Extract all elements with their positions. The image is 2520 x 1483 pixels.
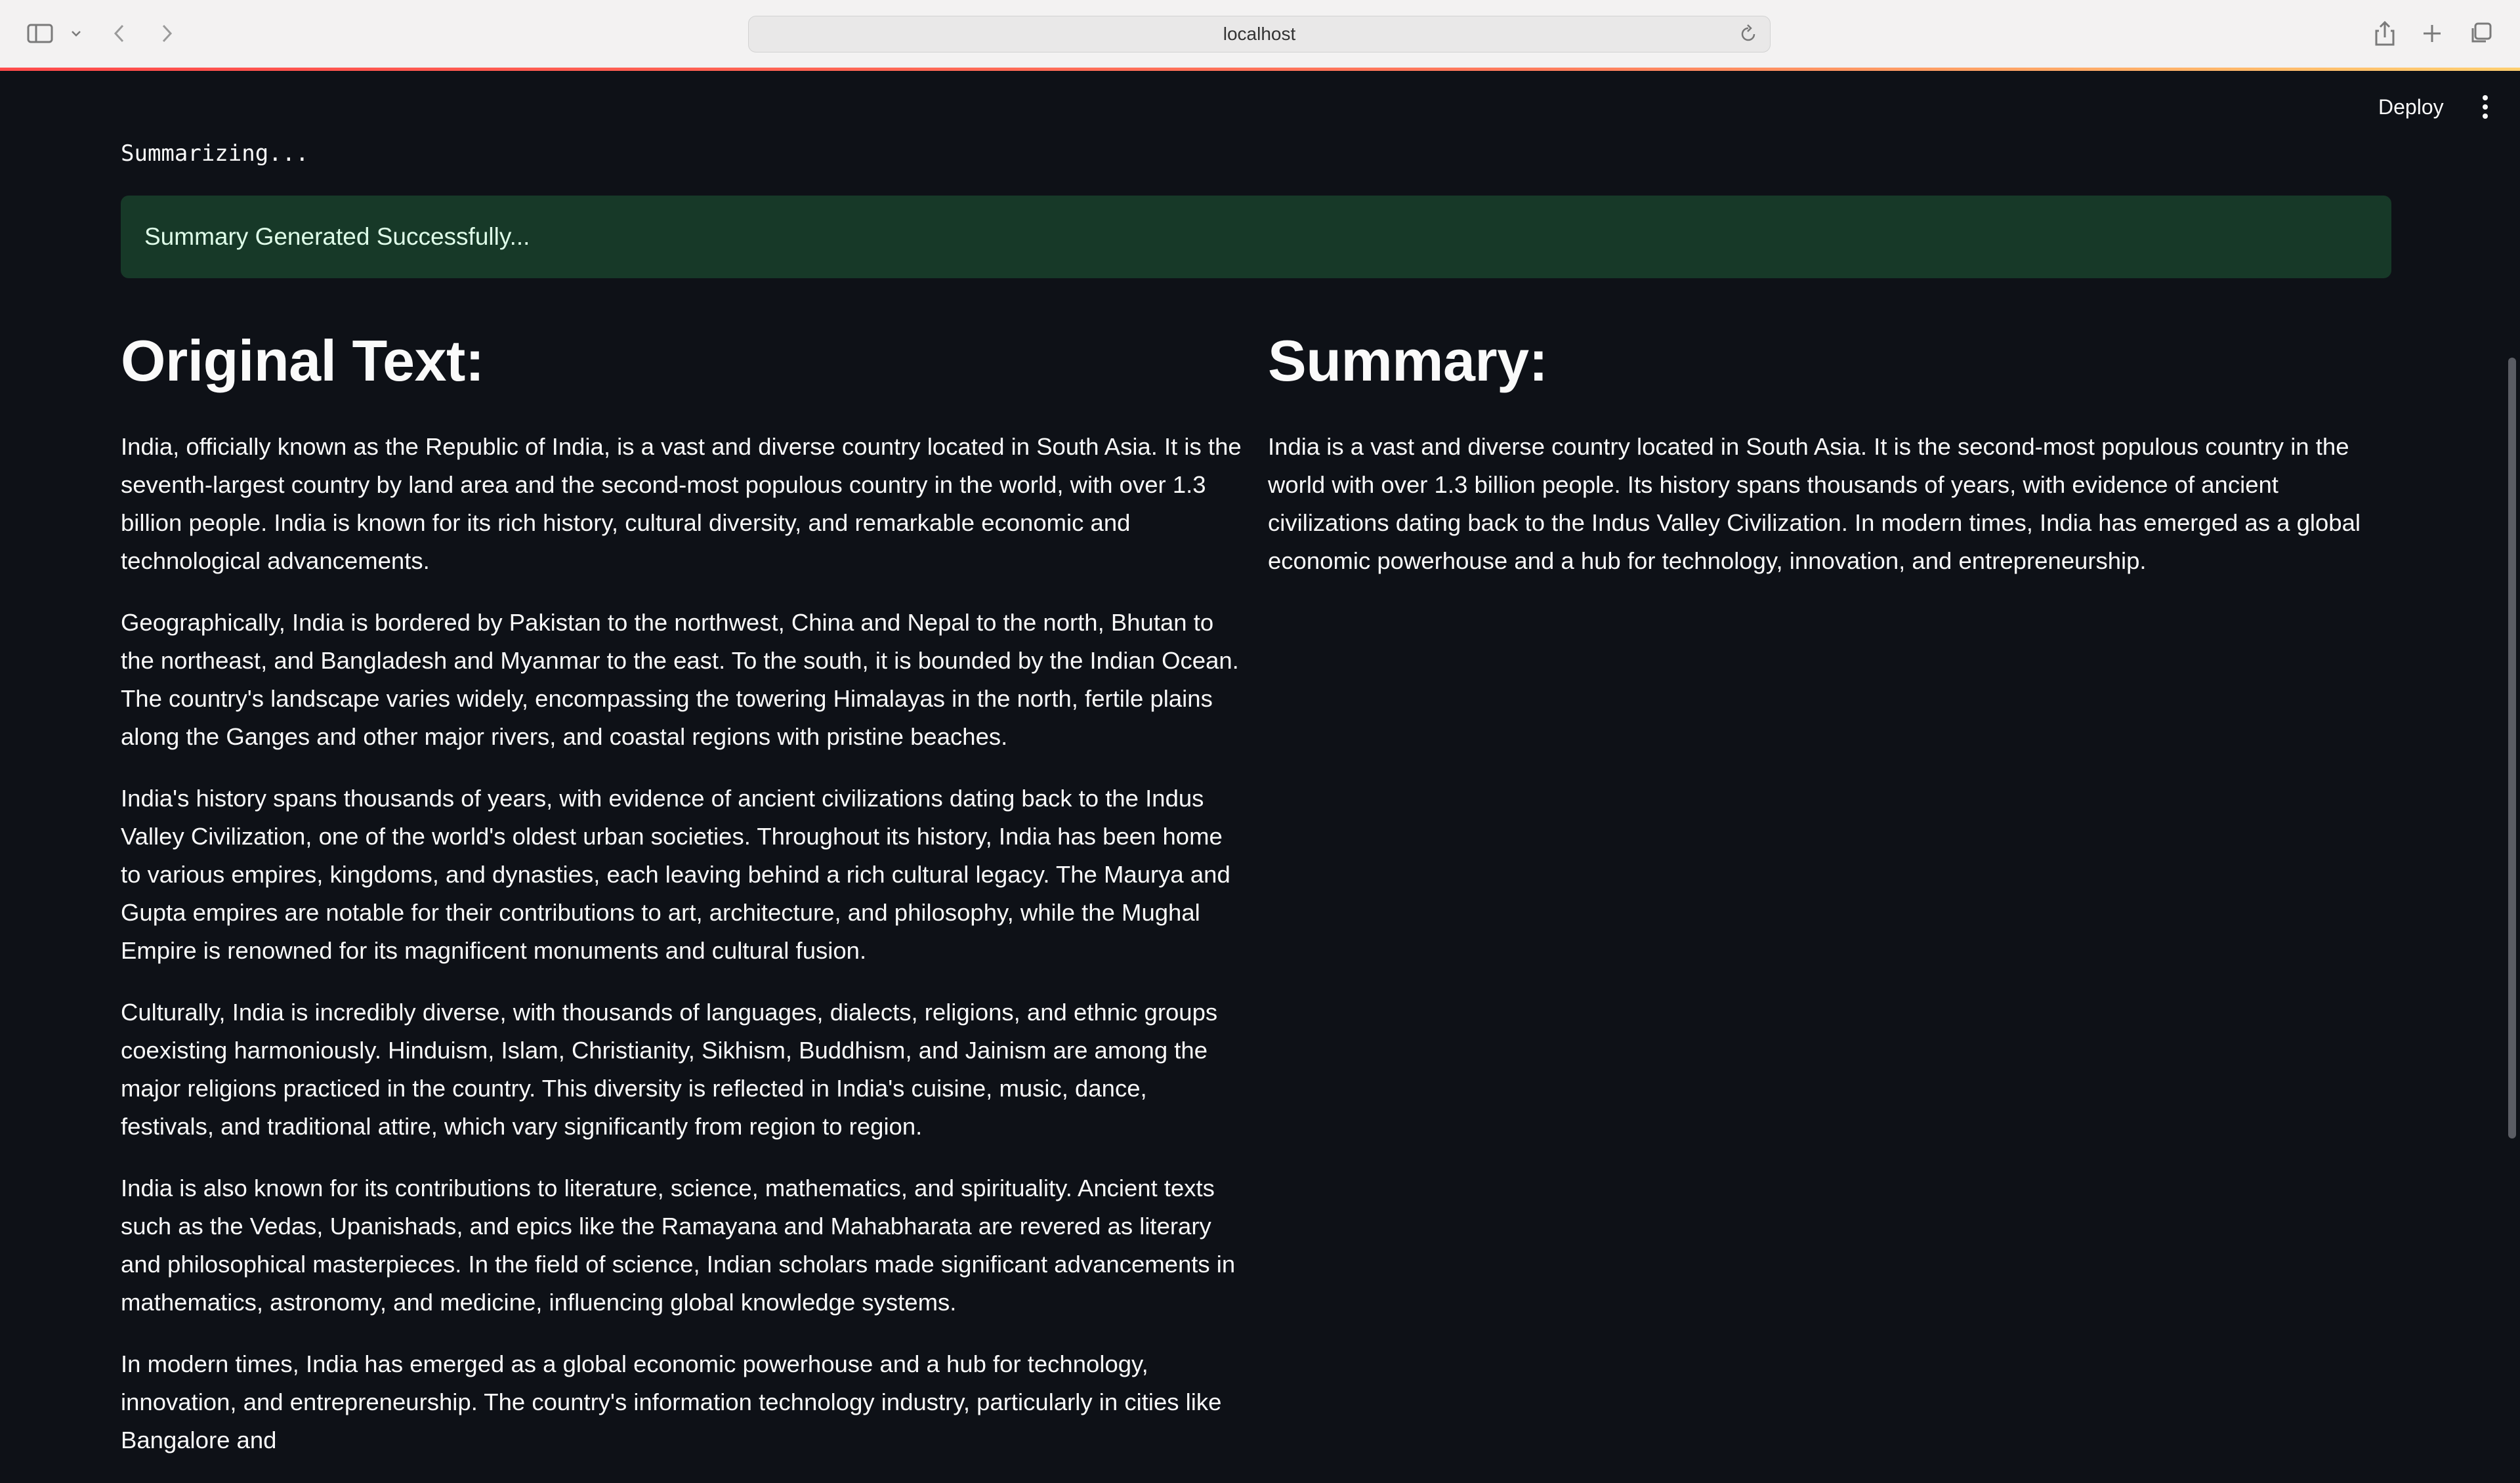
sidebar-toggle-icon[interactable]	[24, 18, 56, 49]
summary-paragraph: India is a vast and diverse country loca…	[1268, 433, 2361, 574]
more-options-icon[interactable]	[2472, 91, 2498, 123]
success-message: Summary Generated Successfully...	[144, 223, 530, 250]
url-text: localhost	[1223, 24, 1296, 44]
original-paragraph: Geographically, India is bordered by Pak…	[121, 609, 1239, 750]
scrollbar-thumb[interactable]	[2508, 358, 2516, 1138]
chevron-down-icon[interactable]	[66, 18, 87, 49]
tab-overview-icon[interactable]	[2466, 18, 2495, 49]
app-header: Deploy	[0, 71, 2520, 140]
original-paragraph: In modern times, India has emerged as a …	[121, 1350, 1222, 1453]
success-alert: Summary Generated Successfully...	[121, 196, 2391, 278]
back-icon[interactable]	[105, 18, 134, 49]
new-tab-icon[interactable]	[2418, 18, 2446, 49]
reload-icon[interactable]	[1737, 23, 1759, 50]
original-text-heading: Original Text:	[121, 328, 484, 393]
summary-heading: Summary:	[1268, 328, 1548, 393]
original-paragraph: India is also known for its contribution…	[121, 1175, 1236, 1316]
original-paragraph: India, officially known as the Republic …	[121, 433, 1242, 574]
original-text-column: Original Text: India, officially known a…	[121, 322, 1243, 1483]
forward-icon[interactable]	[152, 18, 181, 49]
original-paragraph: Culturally, India is incredibly diverse,…	[121, 999, 1218, 1140]
share-icon[interactable]	[2370, 18, 2399, 49]
status-text: Summarizing...	[121, 140, 309, 167]
address-bar[interactable]: localhost	[748, 16, 1771, 52]
browser-toolbar: localhost	[0, 0, 2520, 68]
deploy-button[interactable]: Deploy	[2362, 87, 2460, 127]
original-paragraph: India's history spans thousands of years…	[121, 785, 1230, 964]
summary-column: Summary: India is a vast and diverse cou…	[1268, 322, 2391, 604]
